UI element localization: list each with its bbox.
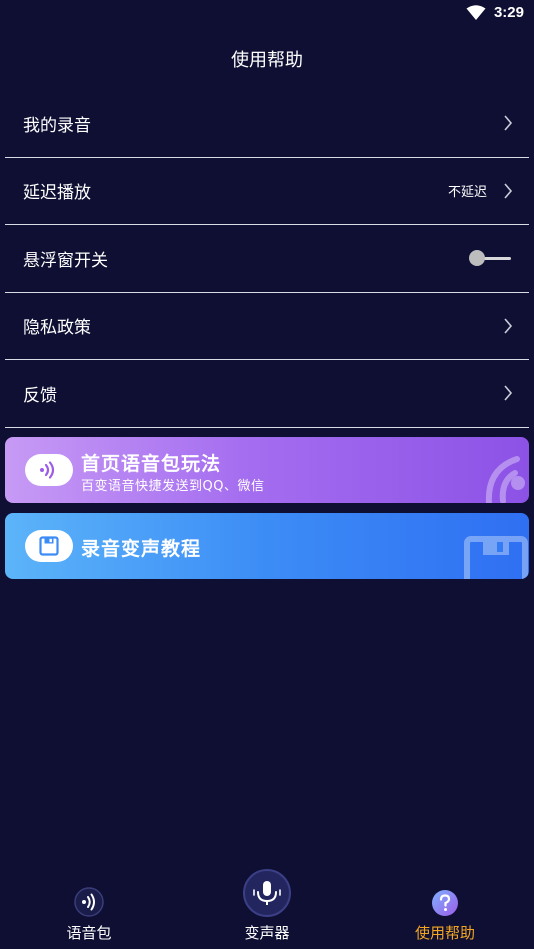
row-label: 延迟播放 bbox=[23, 183, 91, 204]
save-disk-icon bbox=[39, 536, 59, 556]
toggle-thumb bbox=[469, 250, 485, 267]
sound-wave-icon bbox=[40, 461, 55, 479]
wifi-icon bbox=[466, 4, 486, 20]
delay-value: 不延迟 bbox=[447, 185, 487, 201]
tab-voice-changer[interactable]: 变声器 bbox=[207, 868, 327, 943]
save-disk-decoration-icon bbox=[464, 536, 528, 579]
banner-badge bbox=[25, 454, 73, 486]
row-label: 隐私政策 bbox=[23, 318, 91, 339]
settings-row-privacy-policy[interactable]: 隐私政策 bbox=[5, 293, 529, 360]
tab-help[interactable]: 使用帮助 bbox=[385, 888, 505, 943]
status-time: 3:29 bbox=[493, 4, 524, 21]
banner-title: 录音变声教程 bbox=[81, 538, 202, 560]
banner-title: 首页语音包玩法 bbox=[81, 453, 222, 475]
floating-window-toggle[interactable] bbox=[469, 248, 513, 268]
row-label: 悬浮窗开关 bbox=[23, 250, 108, 271]
banner-badge bbox=[25, 530, 73, 562]
banner-subtitle: 百变语音快捷发送到QQ、微信 bbox=[81, 479, 265, 494]
status-bar: 3:29 bbox=[0, 0, 534, 30]
tab-label: 语音包 bbox=[66, 924, 112, 942]
settings-row-floating-window: 悬浮窗开关 bbox=[5, 225, 529, 293]
settings-list: 我的录音 延迟播放 不延迟 悬浮窗开关 隐私政策 反馈 bbox=[5, 90, 529, 428]
voice-pack-guide-banner[interactable]: 首页语音包玩法 百变语音快捷发送到QQ、微信 bbox=[5, 437, 529, 503]
status-icons: 3:29 bbox=[466, 4, 524, 21]
page-title: 使用帮助 bbox=[231, 50, 303, 71]
settings-row-delay-playback[interactable]: 延迟播放 不延迟 bbox=[5, 158, 529, 225]
tab-label: 变声器 bbox=[244, 924, 290, 942]
tab-label: 使用帮助 bbox=[414, 924, 475, 942]
recording-tutorial-banner[interactable]: 录音变声教程 bbox=[5, 513, 529, 579]
help-screen: 3:29 使用帮助 我的录音 延迟播放 不延迟 悬浮窗开关 隐私政策 反馈 首页… bbox=[0, 0, 534, 949]
sound-wave-icon bbox=[74, 887, 104, 917]
question-mark-icon bbox=[432, 890, 458, 916]
row-label: 反馈 bbox=[23, 385, 57, 406]
bottom-nav: 语音包 变声器 使用帮助 bbox=[0, 868, 534, 949]
chevron-right-icon bbox=[504, 115, 513, 131]
tab-voice-pack[interactable]: 语音包 bbox=[29, 886, 149, 943]
chevron-right-icon bbox=[504, 318, 513, 334]
microphone-icon bbox=[243, 869, 291, 917]
row-label: 我的录音 bbox=[23, 115, 91, 136]
chevron-right-icon bbox=[504, 385, 513, 401]
settings-row-my-recordings[interactable]: 我的录音 bbox=[5, 90, 529, 158]
chevron-right-icon bbox=[504, 183, 513, 199]
sound-wave-decoration-icon bbox=[485, 456, 525, 503]
settings-row-feedback[interactable]: 反馈 bbox=[5, 360, 529, 428]
